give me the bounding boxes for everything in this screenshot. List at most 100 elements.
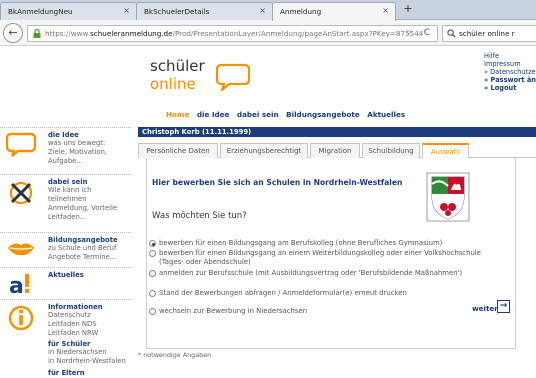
- search-icon: [447, 29, 456, 38]
- option-label: bewerben für einen Bildungsgang am Beruf…: [159, 239, 443, 247]
- close-tab-icon[interactable]: ×: [259, 6, 266, 15]
- browser-tab-title: BkSchuelerDetails: [144, 7, 210, 16]
- nav-home[interactable]: Home: [166, 110, 189, 119]
- desc-line: Leitfaden...: [48, 213, 87, 221]
- speech-bubble-icon: [6, 132, 36, 157]
- tab-erziehungsberechtigt[interactable]: Erziehungsberechtigt: [220, 143, 308, 158]
- browser-tabbar: BkAnmeldungNeu × BkSchuelerDetails × Anm…: [0, 0, 536, 21]
- form-question: Was möchten Sie tun?: [152, 211, 247, 221]
- tab-migration[interactable]: Migration: [310, 143, 360, 158]
- page: schüler online Hilfe Impressum » Datensc…: [0, 47, 536, 378]
- next-label[interactable]: weiter: [472, 304, 498, 313]
- close-tab-icon[interactable]: ×: [123, 6, 130, 15]
- sidebar-extra-title[interactable]: für Eltern: [48, 369, 85, 377]
- desc-line: zu Schule und Beruf: [48, 244, 117, 252]
- nav-bildungsangebote[interactable]: Bildungsangebote: [286, 110, 360, 119]
- reload-icon[interactable]: C: [424, 28, 430, 38]
- sidebar-item-dabei-sein[interactable]: dabei sein Wie kann ich teilnehmen Anmel…: [0, 174, 131, 232]
- url-bar[interactable]: https://www.schueleranmeldung.de/Prod/Pr…: [27, 25, 438, 42]
- close-tab-icon[interactable]: ×: [382, 6, 389, 15]
- desc-line[interactable]: Leitfaden NRW: [48, 329, 98, 338]
- sidebar-item-informationen[interactable]: Informationen Datenschutz Leitfaden NDS …: [0, 299, 131, 378]
- nav-dabei-sein[interactable]: dabei sein: [237, 110, 279, 119]
- url-path: /Prod/PresentationLayer/Anmeldung/pageAn…: [172, 29, 424, 38]
- desc-line: Anmeldung, Vorteile: [48, 204, 118, 212]
- url-text: https://www.schueleranmeldung.de/Prod/Pr…: [45, 29, 423, 38]
- sidebar-item-title: Bildungsangebote: [48, 236, 118, 244]
- search-text: schüler online r: [459, 29, 515, 38]
- desc-line[interactable]: Datenschutz: [48, 311, 98, 320]
- browser-tab-active[interactable]: Anmeldung ×: [272, 2, 396, 21]
- option-label: bewerben für einen Bildungsgang an einem…: [159, 249, 481, 266]
- desc-line: Angebote Termine...: [48, 253, 117, 261]
- sidebar-item-title: Informationen: [48, 303, 103, 311]
- sidebar: die Idee was uns bewegt: Ziele, Motivati…: [0, 127, 131, 378]
- sidebar-item-aktuelles[interactable]: a Aktuelles: [0, 267, 131, 299]
- form-tabs: Persönliche Daten Erziehungsberechtigt M…: [138, 143, 536, 159]
- form-heading: Hier bewerben Sie sich an Schulen in Nor…: [152, 178, 403, 187]
- lips-icon: [8, 243, 34, 256]
- radio-button[interactable]: [149, 240, 156, 247]
- nav-aktuelles[interactable]: Aktuelles: [367, 110, 405, 119]
- tab-schulbildung[interactable]: Schulbildung: [362, 143, 420, 158]
- radio-button[interactable]: [149, 250, 156, 257]
- logout-link[interactable]: « Logout: [484, 84, 536, 92]
- speech-bubble-icon: [216, 63, 250, 91]
- option-line: (Tages- oder Abendschule): [159, 257, 251, 266]
- search-input[interactable]: schüler online r: [442, 25, 536, 42]
- radio-button[interactable]: [149, 290, 156, 297]
- option-label: anmelden zur Berufsschule (mit Ausbildun…: [159, 269, 463, 277]
- desc-line: Aufgabe...: [48, 157, 83, 165]
- cross-circle-icon: [9, 181, 33, 205]
- sidebar-item-desc: Datenschutz Leitfaden NDS Leitfaden NRW: [48, 311, 98, 338]
- next-arrow-icon[interactable]: →: [497, 300, 510, 313]
- radio-button[interactable]: [149, 308, 156, 315]
- change-password-link[interactable]: « Passwort änder: [484, 76, 536, 84]
- top-links: Hilfe Impressum » Datenschutzerklä « Pas…: [484, 52, 536, 92]
- svg-text:a: a: [9, 274, 24, 297]
- sidebar-item-die-idee[interactable]: die Idee was uns bewegt: Ziele, Motivati…: [0, 127, 131, 174]
- desc-line: Ziele, Motivation,: [48, 148, 108, 156]
- sidebar-item-desc: was uns bewegt: Ziele, Motivation, Aufga…: [48, 139, 107, 166]
- desc-line[interactable]: in Nordrhein-Westfalen: [48, 357, 126, 366]
- browser-tab[interactable]: BkAnmeldungNeu ×: [0, 2, 137, 20]
- student-name-bar: Christoph Korb (11.11.1999): [138, 127, 536, 137]
- sidebar-item-title: Aktuelles: [48, 271, 84, 279]
- privacy-link[interactable]: » Datenschutzerklä: [484, 68, 536, 76]
- info-icon: [8, 305, 34, 331]
- url-prefix: https://www.: [45, 29, 91, 38]
- help-link[interactable]: Hilfe: [484, 52, 536, 60]
- new-tab-button[interactable]: +: [400, 2, 416, 18]
- sidebar-item-desc: Wie kann ich teilnehmen Anmeldung, Vorte…: [48, 186, 117, 222]
- tab-persoenliche-daten[interactable]: Persönliche Daten: [138, 143, 218, 158]
- lock-icon: [33, 29, 41, 38]
- sidebar-item-bildungsangebote[interactable]: Bildungsangebote zu Schule und Beruf Ang…: [0, 232, 131, 267]
- logo-line2: online: [150, 75, 196, 93]
- sidebar-item-title: dabei sein: [48, 178, 88, 186]
- desc-line[interactable]: Leitfaden NDS: [48, 320, 98, 329]
- browser-navbar: ← https://www.schueleranmeldung.de/Prod/…: [0, 20, 536, 46]
- tab-auswahl[interactable]: Auswahl: [422, 143, 469, 159]
- desc-line[interactable]: in Niedersachsen: [48, 348, 126, 357]
- desc-line: Wie kann ich: [48, 186, 92, 194]
- nrw-coat-of-arms-icon: [426, 172, 470, 222]
- sidebar-extra-title[interactable]: für Schüler: [48, 340, 90, 348]
- form-panel: Hier bewerben Sie sich an Schulen in Nor…: [146, 158, 516, 349]
- option-label: wechseln zur Bewerbung in Niedersachsen: [159, 307, 308, 315]
- browser-tab-title: BkAnmeldungNeu: [8, 7, 73, 16]
- desc-line: teilnehmen: [48, 195, 87, 203]
- radio-button[interactable]: [149, 270, 156, 277]
- option-label: Stand der Bewerbungen abfragen / Anmelde…: [159, 289, 407, 297]
- main-nav: Home die Idee dabei sein Bildungsangebot…: [166, 110, 410, 119]
- sidebar-extra-desc: in Niedersachsen in Nordrhein-Westfalen: [48, 348, 126, 366]
- required-note: * notwendige Angaben: [138, 351, 212, 359]
- sidebar-item-title: die Idee: [48, 131, 79, 139]
- desc-line: was uns bewegt:: [48, 139, 106, 147]
- browser-tab[interactable]: BkSchuelerDetails ×: [136, 2, 273, 20]
- back-button[interactable]: ←: [3, 23, 23, 43]
- url-domain: schueleranmeldung.de: [90, 29, 173, 38]
- nav-die-idee[interactable]: die Idee: [197, 110, 230, 119]
- imprint-link[interactable]: Impressum: [484, 60, 536, 68]
- browser-tab-title: Anmeldung: [280, 7, 322, 16]
- dropdown-icon[interactable]: ▽: [406, 29, 411, 37]
